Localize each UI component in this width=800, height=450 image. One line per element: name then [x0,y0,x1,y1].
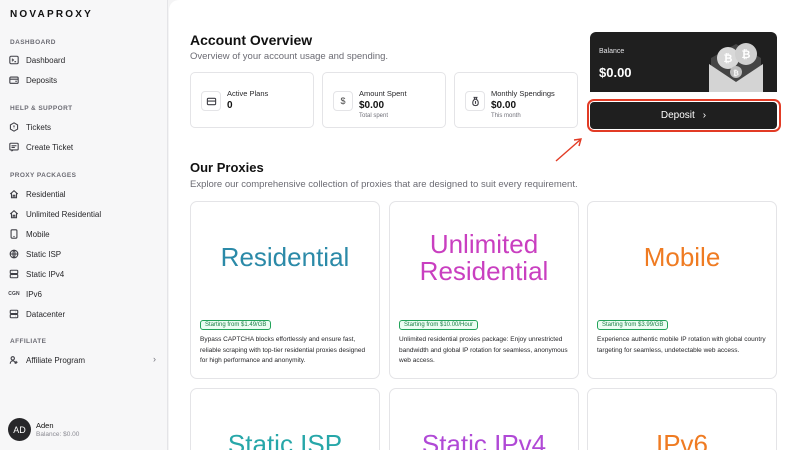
section-title-help: HELP & SUPPORT [10,105,73,112]
avatar: AD [8,418,31,441]
price-badge: Starting from $1.49/GB [200,320,272,330]
brand-logo: NOVAPROXY [10,9,93,20]
proxy-description: Bypass CAPTCHA blocks effortlessly and e… [200,336,366,364]
sidebar-item-label: Create Ticket [26,142,74,152]
sidebar-item-static-isp[interactable]: Static ISP [8,246,160,262]
wallet-icon [8,74,20,86]
sidebar-item-affiliate-program[interactable]: Affiliate Program › [8,352,160,368]
proxy-name: Static ISP [227,429,343,450]
sidebar-item-label: Unlimited Residential [26,209,102,219]
section-title-affiliate: AFFILIATE [10,338,47,345]
stat-value: $0.00 [359,100,385,111]
stat-label: Amount Spent [359,89,407,98]
proxy-name: IPv6 [655,429,709,450]
chevron-right-icon: › [702,110,707,121]
sidebar-item-label: IPv6 [26,289,43,299]
annotation-arrow-icon [555,138,582,162]
create-ticket-icon [8,141,20,153]
affiliate-icon [8,354,20,366]
house-icon [8,208,20,220]
proxy-description: Experience authentic mobile IP rotation … [597,336,766,354]
sidebar-item-label: Affiliate Program [26,355,85,365]
phone-icon [8,228,20,240]
sidebar-item-label: Deposits [26,75,58,85]
proxy-name-line-2: Residential [419,256,549,286]
sidebar-item-label: Static ISP [26,249,62,259]
page-subtitle: Overview of your account usage and spend… [190,51,389,62]
sidebar-item-dashboard[interactable]: Dashboard [8,52,160,68]
proxy-card-residential[interactable]: Residential Starting from $1.49/GB Bypas… [190,201,380,379]
user-balance: Balance: $0.00 [36,431,80,438]
proxy-name-line-1: Unlimited [429,229,539,259]
globe-icon [8,248,20,260]
sidebar-item-residential[interactable]: Residential [8,186,160,202]
proxy-card-unlimited-residential[interactable]: Unlimited Residential Starting from $10.… [389,201,579,379]
sidebar-item-datacenter[interactable]: Datacenter [8,306,160,322]
sidebar-item-deposits[interactable]: Deposits [8,72,160,88]
user-profile[interactable]: AD Aden Balance: $0.00 [8,418,79,441]
house-icon [8,188,20,200]
server-icon [8,268,20,280]
stat-value: $0.00 [491,100,517,111]
section-title-dashboard: DASHBOARD [10,39,56,46]
sidebar-item-label: Static IPv4 [26,269,65,279]
stat-note: This month [491,113,521,119]
user-name: Aden [36,421,54,430]
price-badge: Starting from $10.00/Hour [399,320,479,330]
page-title: Account Overview [190,32,313,48]
sidebar-item-tickets[interactable]: Tickets [8,119,160,135]
stat-label: Monthly Spendings [491,89,555,98]
proxy-card-static-isp[interactable]: Static ISP [190,388,380,450]
proxy-card-static-ipv4[interactable]: Static IPv4 [389,388,579,450]
chevron-right-icon: › [153,354,156,364]
proxies-title: Our Proxies [190,160,264,175]
deposit-label: Deposit [660,110,695,121]
money-bag-icon [465,91,485,111]
dollar-icon: $ [333,91,353,111]
terminal-icon [8,54,20,66]
sidebar-item-create-ticket[interactable]: Create Ticket [8,139,160,155]
stat-card-amount-spent: $ Amount Spent $0.00 Total spent [322,72,446,128]
svg-text:₿: ₿ [733,70,739,78]
proxy-name: Static IPv4 [421,429,547,450]
deposit-button[interactable]: Deposit › [590,102,777,129]
sidebar-item-unlimited-residential[interactable]: Unlimited Residential [8,206,160,222]
sidebar-item-label: Mobile [26,229,50,239]
proxy-name: Mobile [643,242,721,272]
proxy-description: Unlimited residential proxies package: E… [399,336,568,364]
proxy-name: Residential [220,242,350,272]
wallet-coins-icon: ₿ ₿ ₿ [709,43,763,92]
stat-label: Active Plans [227,89,269,98]
stat-value: 0 [227,100,233,111]
sidebar: NOVAPROXY DASHBOARD Dashboard Deposits H… [0,0,168,450]
stat-card-active-plans: Active Plans 0 [190,72,314,128]
section-title-proxy-packages: PROXY PACKAGES [10,172,77,179]
balance-label: Balance [599,48,625,55]
sidebar-item-label: Tickets [26,122,52,132]
database-icon [8,308,20,320]
sidebar-item-mobile[interactable]: Mobile [8,226,160,242]
proxy-card-mobile[interactable]: Mobile Starting from $3.99/GB Experience… [587,201,777,379]
stat-note: Total spent [359,113,389,119]
sidebar-item-label: Residential [26,189,66,199]
svg-text:₿: ₿ [742,48,751,61]
sidebar-item-label: Dashboard [26,55,66,65]
sidebar-item-ipv6[interactable]: CGN IPv6 [8,286,160,302]
sidebar-item-label: Datacenter [26,309,66,319]
ticket-icon [8,121,20,133]
card-icon [201,91,221,111]
proxies-subtitle: Explore our comprehensive collection of … [190,179,578,190]
proxy-card-ipv6[interactable]: IPv6 [587,388,777,450]
balance-card: Balance $0.00 ₿ ₿ ₿ [590,32,777,92]
ipv6-icon: CGN [8,291,20,297]
svg-text:₿: ₿ [724,52,733,65]
balance-value: $0.00 [599,65,632,80]
sidebar-item-static-ipv4[interactable]: Static IPv4 [8,266,160,282]
price-badge: Starting from $3.99/GB [597,320,669,330]
main-content: Account Overview Overview of your accoun… [169,0,800,450]
stat-card-monthly-spendings: Monthly Spendings $0.00 This month [454,72,578,128]
